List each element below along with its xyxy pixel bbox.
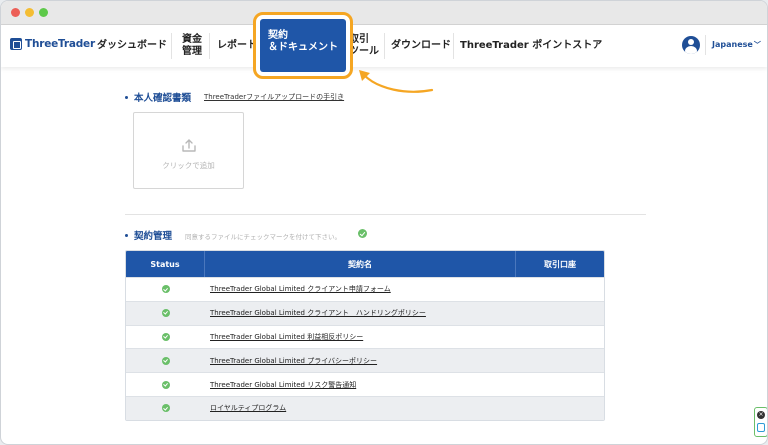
minimize-window-button[interactable]: [25, 8, 34, 17]
header-status: Status: [126, 251, 205, 277]
contract-link[interactable]: ロイヤルティプログラム: [205, 403, 516, 413]
nav-point-store[interactable]: ThreeTrader ポイントストア: [460, 40, 602, 52]
nav-divider: [384, 33, 385, 59]
check-circle-icon: [161, 309, 170, 318]
identity-docs-title-text: 本人確認書類: [134, 93, 192, 104]
table-row: ThreeTrader Global Limited クライアント ハンドリング…: [126, 300, 604, 325]
brand-name: ThreeTrader: [25, 38, 95, 50]
table-row: ThreeTrader Global Limited リスク警告通知: [126, 372, 604, 396]
language-selector[interactable]: Japanese﹀: [712, 40, 761, 50]
check-circle-icon: [161, 332, 170, 341]
user-avatar-icon[interactable]: [682, 36, 700, 54]
nav-tool-line1: 取引: [349, 34, 369, 45]
nav-report[interactable]: レポート: [217, 40, 257, 52]
support-widget[interactable]: ×: [754, 407, 767, 437]
nav-active-line1: 契約: [268, 30, 288, 41]
nav-divider: [171, 33, 172, 59]
upload-guide-link[interactable]: ThreeTraderファイルアップロードの手引き: [204, 92, 344, 102]
status-cell[interactable]: [126, 285, 205, 294]
contract-management-title-text: 契約管理: [134, 231, 173, 242]
nav-trading-tools[interactable]: 取引 ツール: [349, 34, 379, 58]
browser-window: ThreeTrader ダッシュボード 資金 管理 レポート 取引 ツール ダウ…: [0, 0, 768, 445]
logo-icon: [10, 38, 22, 50]
contract-link[interactable]: ThreeTrader Global Limited クライアント ハンドリング…: [205, 308, 516, 318]
chat-icon[interactable]: [757, 423, 765, 432]
check-circle-icon: [161, 356, 170, 365]
table-row: ThreeTrader Global Limited 利益相反ポリシー: [126, 324, 604, 349]
upload-dropzone[interactable]: クリックで追加: [133, 112, 244, 189]
window-titlebar: [1, 1, 767, 25]
nav-active-line2: ＆ドキュメント: [268, 42, 338, 53]
nav-download[interactable]: ダウンロード: [391, 40, 451, 52]
status-cell[interactable]: [126, 309, 205, 318]
maximize-window-button[interactable]: [39, 8, 48, 17]
nav-funds[interactable]: 資金 管理: [182, 34, 202, 58]
contract-link[interactable]: ThreeTrader Global Limited リスク警告通知: [205, 380, 516, 390]
nav-divider: [453, 33, 454, 59]
table-row: ThreeTrader Global Limited プライバシーポリシー: [126, 348, 604, 373]
header-account: 取引口座: [544, 259, 576, 269]
status-cell[interactable]: [126, 404, 205, 413]
section-divider: [125, 214, 646, 215]
table-row: ThreeTrader Global Limited クライアント申請フォーム: [126, 277, 604, 301]
status-cell[interactable]: [126, 380, 205, 389]
check-circle-icon: [358, 229, 367, 238]
table-row: ロイヤルティプログラム: [126, 395, 604, 420]
status-cell[interactable]: [126, 332, 205, 341]
status-cell[interactable]: [126, 356, 205, 365]
brand-logo[interactable]: ThreeTrader: [10, 38, 95, 50]
upload-icon: [182, 139, 196, 152]
table-header: Status 契約名 取引口座: [126, 251, 604, 277]
header-contract-name: 契約名: [205, 251, 516, 277]
check-circle-icon: [161, 285, 170, 294]
identity-docs-title: 本人確認書類: [125, 90, 191, 104]
contract-link[interactable]: ThreeTrader Global Limited プライバシーポリシー: [205, 356, 516, 366]
nav-divider: [705, 35, 706, 55]
nav-funds-line2: 管理: [182, 46, 202, 57]
nav-tool-line2: ツール: [349, 46, 379, 57]
close-icon[interactable]: ×: [757, 411, 765, 419]
language-label: Japanese: [712, 40, 753, 49]
nav-contracts-documents[interactable]: 契約 ＆ドキュメント: [260, 19, 346, 72]
pointer-arrow-icon: [359, 70, 434, 93]
contracts-table: Status 契約名 取引口座 ThreeTrader Global Limit…: [125, 250, 605, 421]
contract-link[interactable]: ThreeTrader Global Limited 利益相反ポリシー: [205, 332, 516, 342]
nav-funds-line1: 資金: [182, 34, 202, 45]
nav-contracts-documents-highlight: 契約 ＆ドキュメント: [253, 12, 353, 79]
check-circle-icon: [161, 380, 170, 389]
close-window-button[interactable]: [11, 8, 20, 17]
contract-instructions: 同意するファイルにチェックマークを付けて下さい。: [185, 233, 341, 241]
bullet-icon: [125, 96, 128, 99]
upload-label: クリックで追加: [162, 161, 215, 170]
check-circle-icon: [161, 404, 170, 413]
nav-divider: [209, 33, 210, 59]
nav-dashboard[interactable]: ダッシュボード: [97, 40, 167, 52]
bullet-icon: [125, 234, 128, 237]
contract-link[interactable]: ThreeTrader Global Limited クライアント申請フォーム: [205, 284, 516, 294]
top-navbar: ThreeTrader ダッシュボード 資金 管理 レポート 取引 ツール ダウ…: [1, 25, 767, 67]
chevron-down-icon: ﹀: [753, 41, 761, 49]
contract-management-title: 契約管理: [125, 228, 172, 242]
